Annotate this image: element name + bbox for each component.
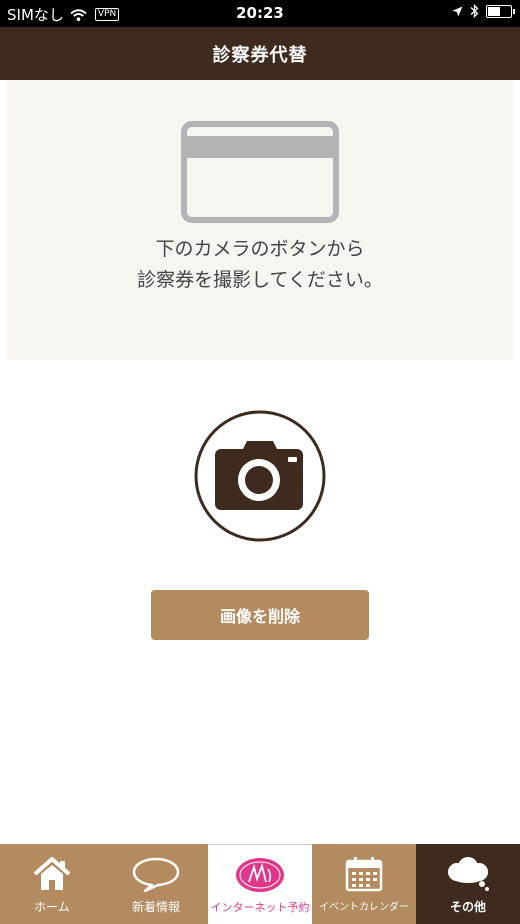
delete-image-button[interactable]: 画像を削除 bbox=[151, 590, 369, 640]
logo-icon bbox=[236, 858, 284, 892]
camera-button[interactable] bbox=[193, 409, 327, 543]
location-arrow-icon bbox=[452, 6, 463, 16]
tab-home[interactable]: ホーム bbox=[0, 844, 104, 924]
tab-other[interactable]: その他 bbox=[416, 844, 520, 924]
tab-bar: ホーム 新着情報 インターネット予約 イベントカレンダー その他 bbox=[0, 844, 520, 924]
instruction-line-2: 診察券を撮影してください。 bbox=[137, 269, 383, 291]
home-icon bbox=[33, 857, 71, 890]
tab-home-label: ホーム bbox=[34, 900, 70, 914]
camera-icon bbox=[194, 410, 326, 542]
page-title: 診察券代替 bbox=[212, 45, 308, 66]
thought-bubble-icon bbox=[448, 857, 489, 891]
card-placeholder-icon bbox=[181, 121, 339, 223]
battery-level bbox=[488, 6, 501, 16]
calendar-icon bbox=[345, 857, 383, 892]
card-preview-panel: 下のカメラのボタンから 診察券を撮影してください。 bbox=[7, 80, 513, 360]
instruction-text: 下のカメラのボタンから 診察券を撮影してください。 bbox=[7, 234, 513, 296]
tab-event-calendar-label: イベントカレンダー bbox=[319, 902, 409, 913]
status-bar: SIMなし VPN 20:23 bbox=[0, 0, 520, 27]
status-time: 20:23 bbox=[236, 4, 284, 22]
bluetooth-icon bbox=[470, 4, 479, 18]
tab-other-label: その他 bbox=[449, 900, 486, 914]
tab-internet-reservation[interactable]: インターネット予約 bbox=[208, 844, 312, 924]
battery-icon bbox=[486, 4, 515, 18]
speech-bubble-icon bbox=[132, 857, 180, 892]
nav-bar: 診察券代替 bbox=[0, 27, 520, 80]
instruction-line-1: 下のカメラのボタンから bbox=[155, 238, 365, 260]
tab-news[interactable]: 新着情報 bbox=[104, 844, 208, 924]
tab-event-calendar[interactable]: イベントカレンダー bbox=[312, 844, 416, 924]
tab-internet-reservation-label: インターネット予約 bbox=[210, 901, 310, 914]
tab-news-label: 新着情報 bbox=[131, 900, 180, 914]
